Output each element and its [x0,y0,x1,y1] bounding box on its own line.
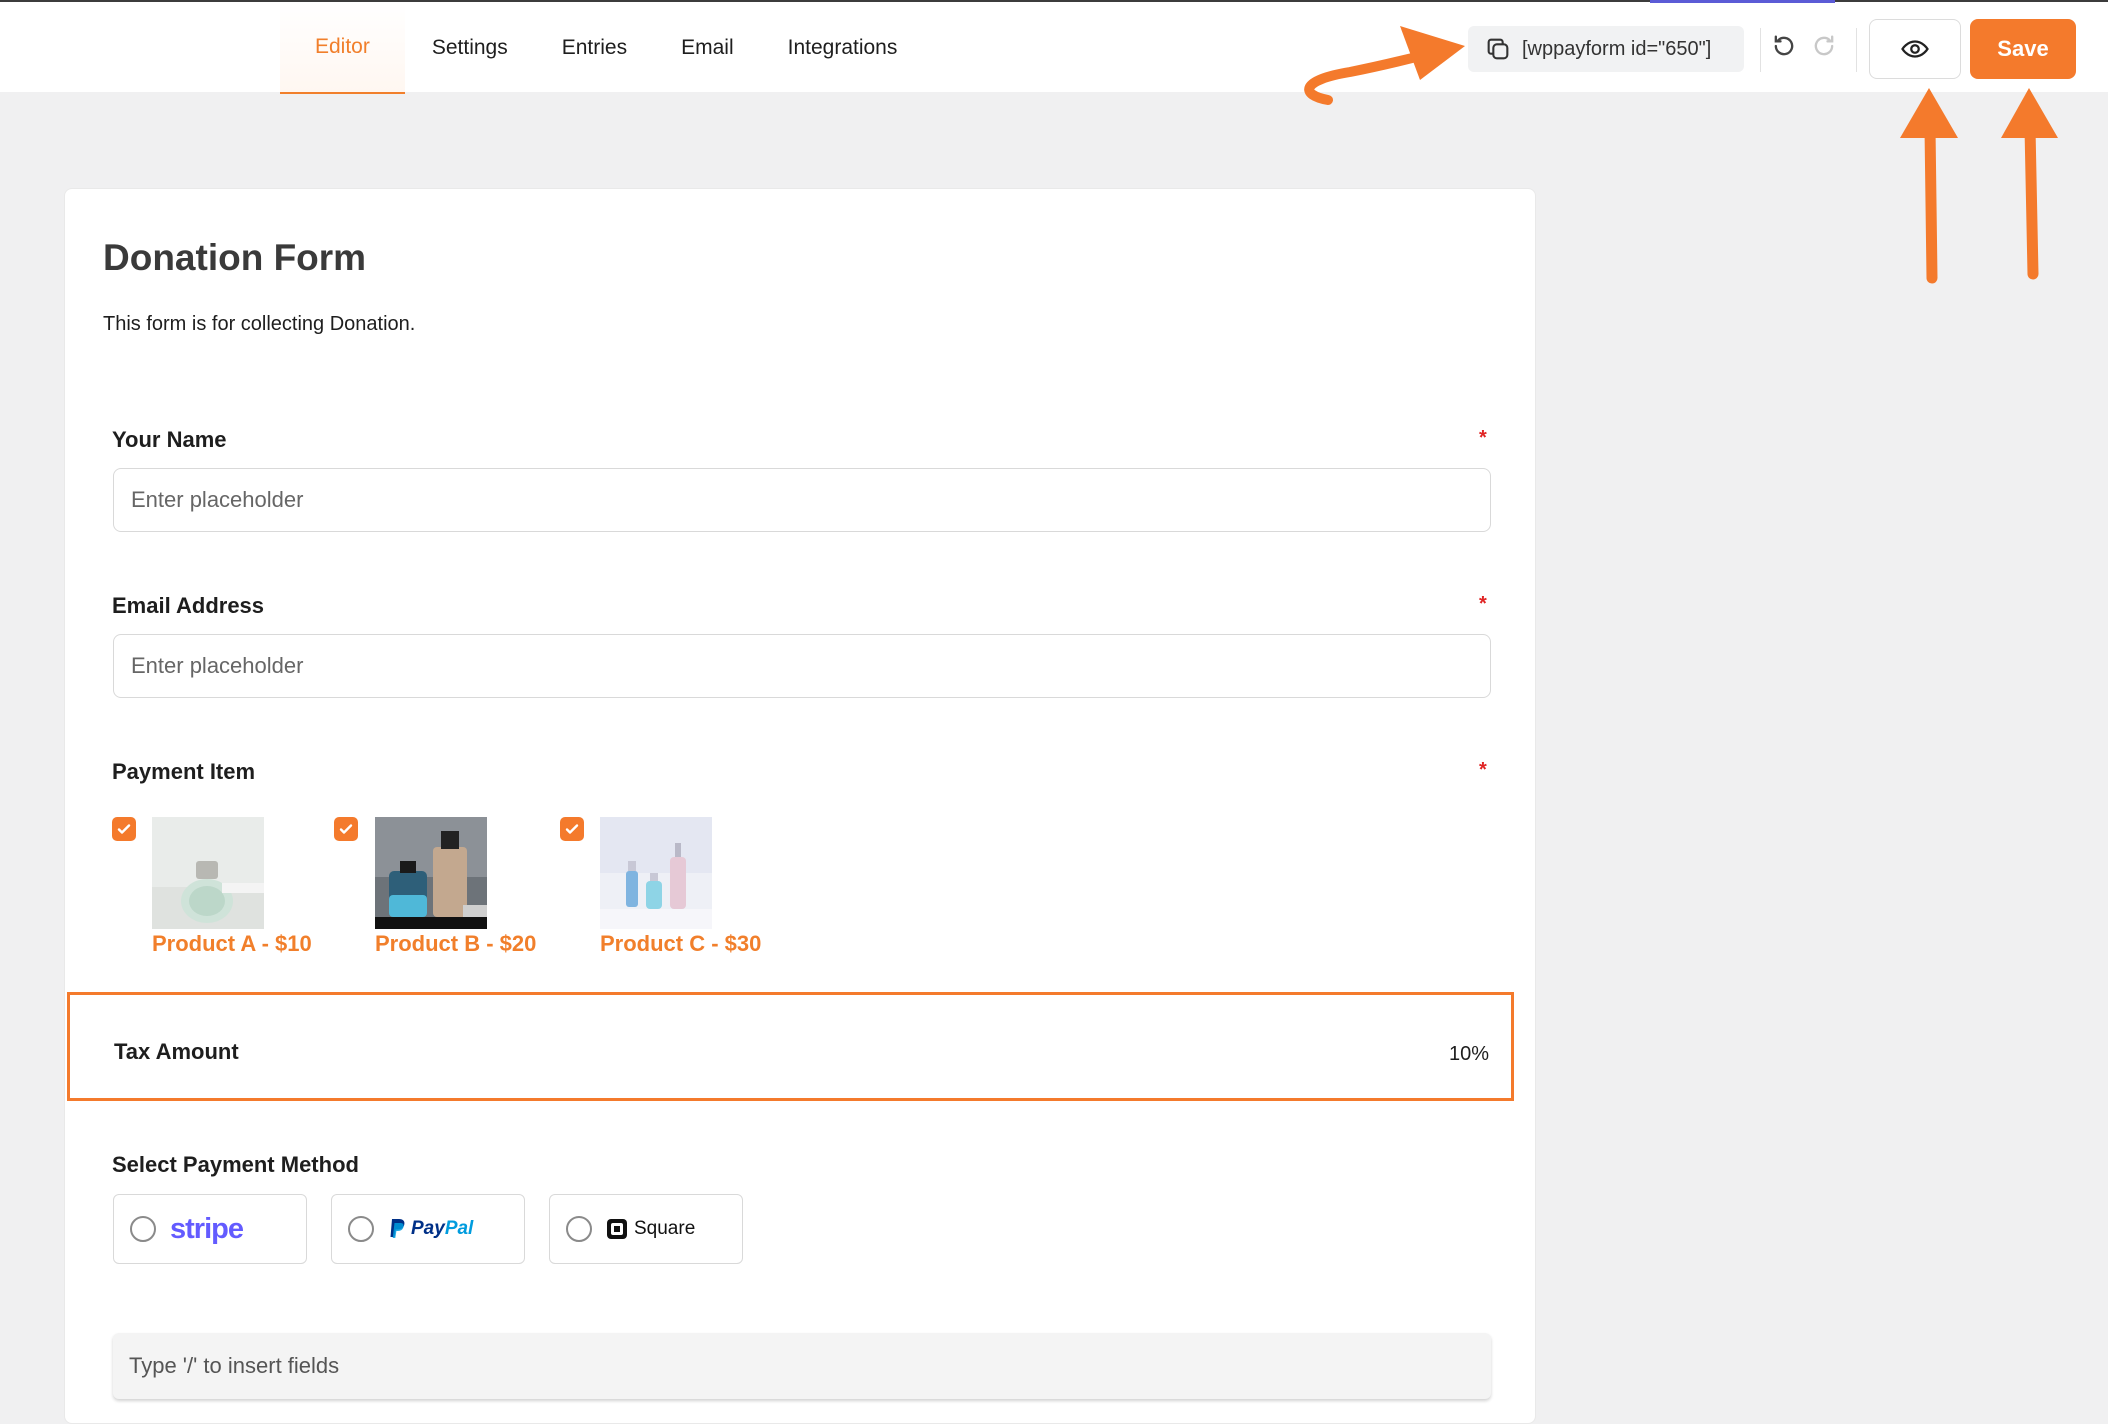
product-c-label[interactable]: Product C - $30 [600,931,761,957]
shortcode-copy-button[interactable]: [wppayform id="650"] [1468,26,1744,72]
arrowhead-preview [1900,88,1958,138]
arrowhead-save [2001,88,2058,138]
product-b-checkbox[interactable] [334,817,358,841]
email-input[interactable] [113,634,1491,698]
check-icon [117,824,131,834]
payment-item-label: Payment Item [112,759,256,784]
name-input[interactable] [113,468,1491,532]
top-toolbar: Editor Settings Entries Email Integratio… [0,0,2108,94]
tab-settings[interactable]: Settings [405,2,535,94]
product-c-checkbox[interactable] [560,817,584,841]
product-a-image [152,817,264,929]
arrow-to-preview [1924,122,1938,284]
radio-button[interactable] [130,1216,156,1242]
check-icon [339,824,353,834]
product-c-image [600,817,712,929]
undo-icon[interactable] [1770,32,1798,60]
eye-icon [1901,40,1929,58]
tab-entries[interactable]: Entries [535,2,654,94]
product-b-label[interactable]: Product B - $20 [375,931,536,957]
copy-icon [1487,38,1509,60]
arrow-to-save [2024,122,2039,280]
square-icon [607,1219,627,1239]
redo-icon[interactable] [1810,32,1838,60]
payment-option-stripe[interactable]: stripe [113,1194,307,1264]
editor-tabs: Editor Settings Entries Email Integratio… [280,2,924,94]
tab-email[interactable]: Email [654,2,761,94]
required-mark: * [1479,759,1487,781]
radio-button[interactable] [566,1216,592,1242]
tax-amount-field[interactable]: Tax Amount 10% [67,992,1514,1101]
required-mark: * [1479,593,1487,615]
radio-button[interactable] [348,1216,374,1242]
tax-amount-value: 10% [1448,1043,1489,1065]
tab-integrations[interactable]: Integrations [761,2,925,94]
email-field-label: Email Address [112,593,265,618]
preview-button[interactable] [1869,19,1961,79]
history-controls [1770,32,1838,60]
tax-amount-label: Tax Amount [114,1039,239,1064]
product-a-label[interactable]: Product A - $10 [152,931,312,957]
payment-option-square[interactable]: Square [549,1194,743,1264]
product-a-checkbox[interactable] [112,817,136,841]
required-mark: * [1479,427,1487,449]
paypal-logo: Pay Pal [388,1218,473,1240]
divider [1760,28,1761,72]
check-icon [565,824,579,834]
name-field-label: Your Name [112,427,227,452]
payment-method-label: Select Payment Method [112,1152,359,1177]
form-canvas: Donation Form This form is for collectin… [64,188,1536,1424]
save-button[interactable]: Save [1970,19,2076,79]
shortcode-text: [wppayform id="650"] [1522,37,1712,60]
divider [1856,28,1857,72]
stripe-logo: stripe [170,1212,244,1245]
accent-strip [1650,0,1835,3]
square-logo: Square [606,1218,695,1240]
form-description[interactable]: This form is for collecting Donation. [103,313,415,336]
form-title[interactable]: Donation Form [103,237,366,279]
insert-field-input[interactable]: Type '/' to insert fields [113,1333,1491,1399]
paypal-icon [390,1219,405,1238]
tab-editor[interactable]: Editor [280,2,405,94]
product-b-image [375,817,487,929]
payment-option-paypal[interactable]: Pay Pal [331,1194,525,1264]
